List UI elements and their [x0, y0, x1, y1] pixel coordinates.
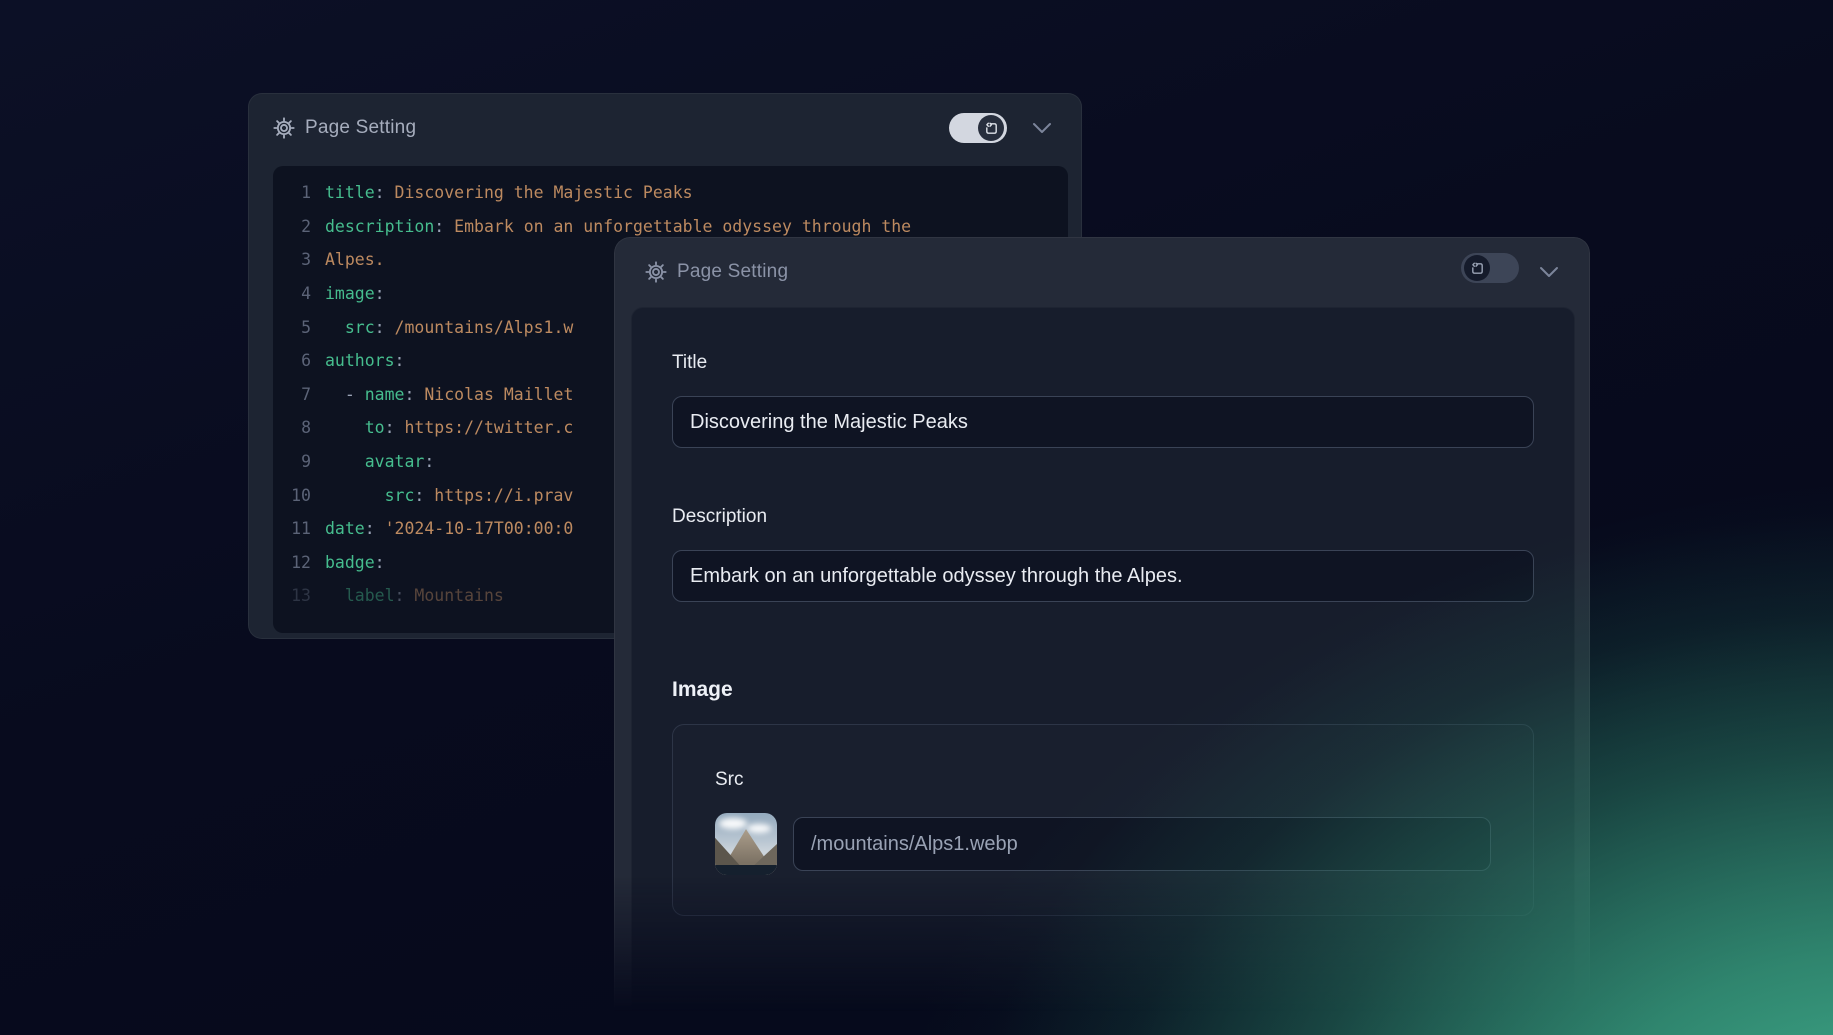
code-panel-view-toggle[interactable] — [949, 113, 1007, 143]
description-input[interactable] — [672, 550, 1534, 602]
page-background: Page Setting 1title: Discovering the Maj… — [0, 0, 1833, 1035]
src-field-label: Src — [715, 769, 1491, 791]
chevron-down-icon[interactable] — [1537, 265, 1561, 279]
panel-title: Page Setting — [305, 117, 416, 139]
code-embed-icon — [1464, 255, 1490, 281]
page-setting-form-panel: Page Setting Title Description — [614, 237, 1590, 1035]
form-panel-view-toggle[interactable] — [1461, 253, 1519, 283]
title-field-label: Title — [672, 352, 1534, 374]
code-embed-icon — [978, 115, 1004, 141]
chevron-down-icon[interactable] — [1030, 121, 1054, 135]
image-section-heading: Image — [672, 678, 1534, 702]
panel-title: Page Setting — [677, 261, 788, 283]
gear-icon — [645, 261, 667, 283]
image-group-box: Src — [672, 724, 1534, 916]
code-panel-header: Page Setting — [249, 94, 1081, 162]
gear-icon — [273, 117, 295, 139]
page-setting-form: Title Description Image Src — [631, 307, 1575, 1019]
form-panel-header: Page Setting — [615, 238, 1589, 306]
src-row — [715, 813, 1491, 875]
title-input[interactable] — [672, 396, 1534, 448]
image-src-input[interactable] — [793, 817, 1491, 871]
image-thumbnail — [715, 813, 777, 875]
description-field-label: Description — [672, 506, 1534, 528]
code-line: 1title: Discovering the Majestic Peaks — [273, 176, 1068, 210]
